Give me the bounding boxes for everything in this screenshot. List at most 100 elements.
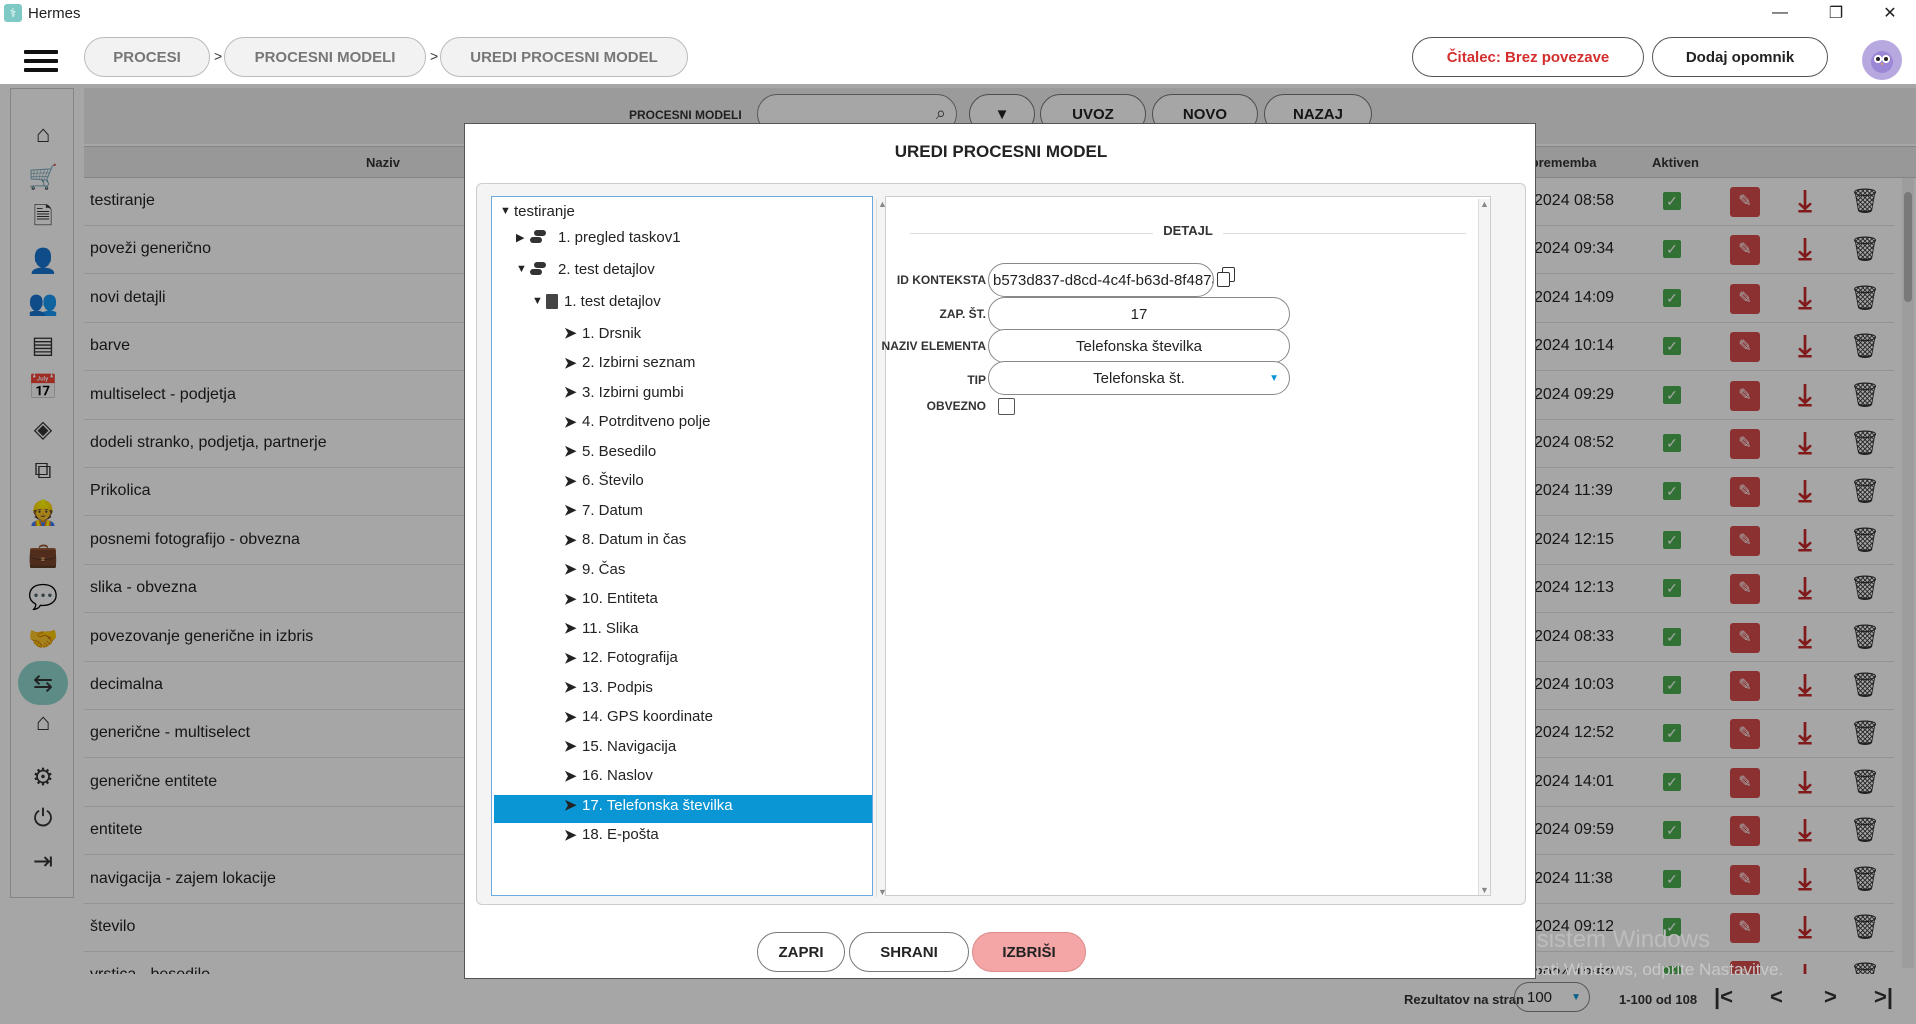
tree-node-label: 11. Slika — [582, 619, 639, 637]
element-arrow-icon: ➤ — [564, 620, 577, 637]
element-arrow-icon: ➤ — [564, 708, 577, 726]
reader-status-button[interactable]: Čitalec: Brez povezave — [1412, 37, 1644, 77]
tree-node-element[interactable]: ➤ 12. Fotografija — [564, 646, 678, 670]
element-name-label: NAZIV ELEMENTA — [881, 339, 986, 353]
tree-node-label: 6. Število — [582, 472, 644, 489]
breadcrumb-procesni-modeli[interactable]: PROCESNI MODELI — [224, 37, 426, 77]
element-arrow-icon: ➤ — [564, 826, 577, 844]
context-id-field[interactable]: b573d837-d8cd-4c4f-b63d-8f487a8535 — [988, 263, 1214, 297]
element-arrow-icon: ➤ — [564, 502, 577, 519]
tree-node-label: 10. Entiteta — [582, 590, 658, 607]
tree-node-element[interactable]: ➤ 6. Število — [564, 469, 644, 493]
tree-node-element[interactable]: ➤ 7. Datum — [564, 498, 643, 522]
element-arrow-icon: ➤ — [564, 679, 577, 696]
caret-down-icon[interactable]: ▼ — [516, 263, 530, 275]
form-checklist-icon — [546, 293, 558, 309]
window-titlebar: ⚕ Hermes — ❐ ✕ — [0, 0, 1916, 26]
tree-node-element[interactable]: ➤ 4. Potrditveno polje — [564, 410, 710, 434]
order-field[interactable]: 17 — [988, 297, 1290, 331]
caret-right-icon[interactable]: ▶ — [516, 231, 530, 244]
copy-icon[interactable] — [1216, 267, 1238, 289]
element-name-field[interactable]: Telefonska številka — [988, 329, 1290, 363]
process-tree: ▼ testiranje ▶ 1. pregled taskov1 ▼ 2. t… — [491, 196, 888, 897]
minimize-icon[interactable]: — — [1752, 0, 1808, 26]
tree-node-label: 16. Naslov — [582, 767, 653, 784]
tree-node-step2[interactable]: ▼ 2. test detajlov — [516, 257, 655, 281]
tree-node-element[interactable]: ➤ 15. Navigacija — [564, 734, 676, 758]
tree-node-element[interactable]: ➤ 9. Čas — [564, 557, 625, 581]
caret-down-icon[interactable]: ▼ — [500, 205, 514, 217]
footsteps-icon — [530, 230, 554, 244]
edit-process-model-dialog: UREDI PROCESNI MODEL ▼ testiranje ▶ 1. p… — [464, 123, 1536, 979]
top-bar: PROCESI > PROCESNI MODELI > UREDI PROCES… — [0, 30, 1916, 84]
element-arrow-icon: ➤ — [564, 325, 577, 342]
tree-node-label: 7. Datum — [582, 501, 643, 519]
tree-node-label: 12. Fotografija — [582, 649, 678, 666]
tree-node-label: 18. E-pošta — [582, 826, 659, 843]
close-icon[interactable]: ✕ — [1862, 0, 1916, 26]
tree-node-element[interactable]: ➤ 8. Datum in čas — [564, 528, 686, 552]
tree-node-element[interactable]: ➤ 14. GPS koordinate — [564, 705, 713, 729]
chevron-down-icon: ▼ — [1269, 372, 1279, 384]
tree-node-element[interactable]: ➤ 2. Izbirni seznam — [564, 351, 695, 375]
type-select-value: Telefonska št. — [1093, 369, 1185, 387]
type-select[interactable]: Telefonska št. ▼ — [988, 361, 1290, 395]
element-arrow-icon: ➤ — [564, 354, 577, 372]
required-checkbox[interactable] — [998, 398, 1015, 415]
element-arrow-icon: ➤ — [564, 797, 577, 814]
tree-node-element[interactable]: ➤ 18. E-pošta — [564, 823, 659, 847]
dialog-title: UREDI PROCESNI MODEL — [894, 142, 1108, 161]
tree-node-label: 2. Izbirni seznam — [582, 354, 696, 371]
tree-node-element[interactable]: ➤ 10. Entiteta — [564, 587, 658, 611]
tree-node-label: 13. Podpis — [582, 678, 653, 696]
element-arrow-icon: ➤ — [564, 413, 577, 431]
element-arrow-icon: ➤ — [564, 649, 577, 667]
element-arrow-icon: ➤ — [564, 531, 577, 549]
tree-node-element[interactable]: ➤ 17. Telefonska številka — [564, 793, 733, 817]
restore-icon[interactable]: ❐ — [1808, 0, 1864, 26]
breadcrumb-separator: > — [430, 48, 439, 64]
close-button[interactable]: ZAPRI — [757, 932, 845, 972]
save-button[interactable]: SHRANI — [849, 932, 969, 972]
tree-node-element[interactable]: ➤ 11. Slika — [564, 616, 638, 640]
element-arrow-icon: ➤ — [564, 767, 577, 785]
element-arrow-icon: ➤ — [564, 384, 577, 401]
tree-node-label: 9. Čas — [582, 560, 626, 578]
detail-scrollbar[interactable]: ▲ ▼ — [1478, 199, 1490, 895]
tree-node-label: testiranje — [514, 202, 575, 220]
element-arrow-icon: ➤ — [564, 738, 577, 755]
avatar[interactable] — [1862, 40, 1902, 80]
element-arrow-icon: ➤ — [564, 561, 577, 578]
app-logo-icon: ⚕ — [4, 4, 22, 22]
detail-pane: DETAJL ID KONTEKSTA b573d837-d8cd-4c4f-b… — [882, 196, 1491, 896]
detail-heading: DETAJL — [910, 223, 1466, 238]
breadcrumb-separator: > — [214, 48, 223, 64]
tree-node-element[interactable]: ➤ 16. Naslov — [564, 764, 653, 788]
tree-node-label: 1. test detajlov — [564, 292, 661, 310]
tree-node-element[interactable]: ➤ 5. Besedilo — [564, 439, 656, 463]
element-arrow-icon: ➤ — [564, 590, 577, 608]
tree-node-label: 17. Telefonska številka — [582, 796, 733, 814]
breadcrumb-procesi[interactable]: PROCESI — [84, 37, 210, 77]
tree-node-root[interactable]: ▼ testiranje — [500, 199, 575, 223]
tree-node-label: 15. Navigacija — [582, 737, 677, 755]
tree-node-label: 5. Besedilo — [582, 442, 657, 460]
tree-node-element[interactable]: ➤ 1. Drsnik — [564, 321, 641, 345]
owl-avatar-icon — [1871, 51, 1893, 73]
context-id-label: ID KONTEKSTA — [896, 273, 986, 287]
delete-button[interactable]: IZBRIŠI — [972, 932, 1086, 972]
menu-icon[interactable] — [24, 50, 58, 74]
element-arrow-icon: ➤ — [564, 472, 577, 490]
tree-node-form[interactable]: ▼ 1. test detajlov — [532, 289, 661, 313]
element-arrow-icon: ➤ — [564, 443, 577, 460]
window-title: Hermes — [28, 4, 81, 22]
footsteps-icon — [530, 262, 554, 276]
tree-node-element[interactable]: ➤ 13. Podpis — [564, 675, 653, 699]
caret-down-icon[interactable]: ▼ — [532, 295, 546, 307]
breadcrumb-uredi-procesni-model[interactable]: UREDI PROCESNI MODEL — [440, 37, 688, 77]
add-reminder-button[interactable]: Dodaj opomnik — [1652, 37, 1828, 77]
dialog-body: ▼ testiranje ▶ 1. pregled taskov1 ▼ 2. t… — [476, 183, 1526, 905]
order-label: ZAP. ŠT. — [939, 307, 986, 321]
tree-node-step1[interactable]: ▶ 1. pregled taskov1 — [516, 225, 681, 249]
tree-node-element[interactable]: ➤ 3. Izbirni gumbi — [564, 380, 684, 404]
